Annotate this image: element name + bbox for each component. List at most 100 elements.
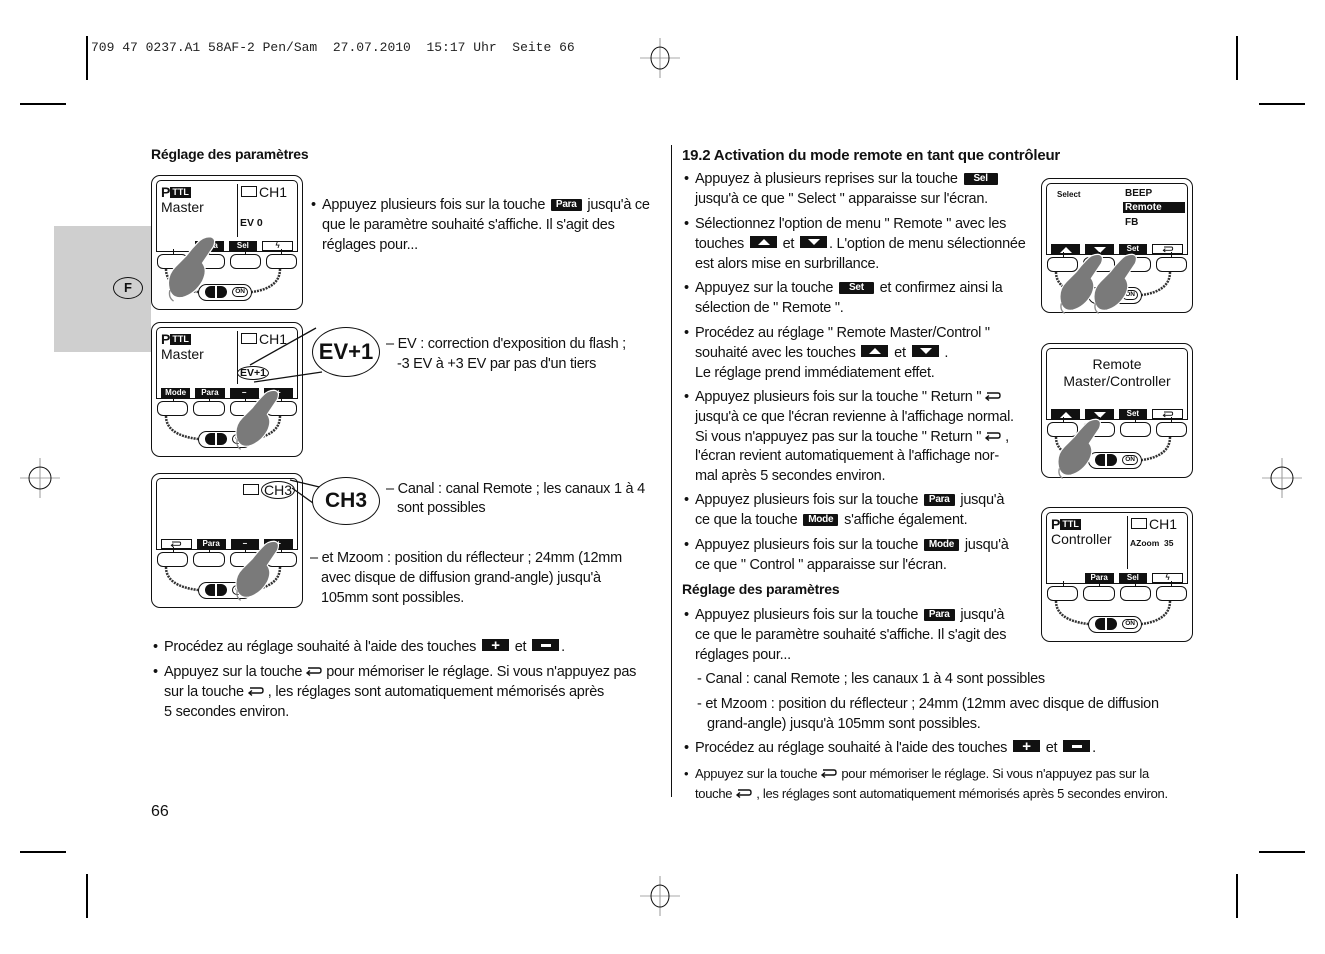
- ch-callout-bubble: CH3: [312, 477, 380, 525]
- down-key-icon: [911, 344, 939, 357]
- left-section-heading: Réglage des paramètres: [151, 146, 309, 162]
- right-bullet-1: Appuyez à plusieurs reprises sur la touc…: [684, 170, 1035, 210]
- crop-mark: [1236, 874, 1238, 918]
- crop-mark: [20, 851, 66, 853]
- right-bullet-4: Procédez au réglage " Remote Master/Cont…: [684, 324, 1035, 383]
- softkey-up: [1051, 409, 1080, 419]
- softkey-set: Set: [1118, 409, 1148, 419]
- key-mode: Mode: [923, 539, 960, 551]
- minus-key-icon: [532, 639, 560, 651]
- flash-display-diagram-controller: P TTL Controller CH1 AZoom 35 Para Sel ϟ …: [1041, 507, 1193, 642]
- crop-mark: [86, 874, 88, 918]
- softkey-set: Set: [1118, 244, 1148, 254]
- crop-mark: [86, 36, 88, 80]
- registration-mark-icon: [640, 876, 680, 916]
- right-section-heading: 19.2 Activation du mode remote en tant q…: [682, 147, 1061, 164]
- remote-channel-icon: [243, 484, 259, 495]
- right-bullet-8: Appuyez plusieurs fois sur la touche Par…: [684, 606, 1035, 665]
- return-key-icon: [984, 430, 1002, 442]
- right-bullet-3: Appuyez sur la touche Set et confirmez a…: [684, 279, 1035, 319]
- ttl-badge: TTL: [170, 334, 191, 345]
- minus-key-icon: [1063, 740, 1091, 752]
- left-bullet-para: Appuyez plusieurs fois sur la touche Par…: [311, 196, 652, 255]
- mzoom-description-line2: avec disque de diffusion grand-angle) ju…: [321, 570, 601, 586]
- menu-item-remote-selected: Remote: [1123, 202, 1185, 213]
- ttl-badge: TTL: [1060, 519, 1081, 530]
- hardware-button: [265, 249, 297, 269]
- power-switch: ON: [1088, 452, 1142, 469]
- right-bullet-10: Appuyez sur la touchepour mémoriser le r…: [684, 764, 1168, 804]
- left-bullet-store: Appuyez sur la touchepour mémoriser le r…: [153, 663, 664, 722]
- menu-item-beep: BEEP: [1125, 188, 1153, 199]
- softkey-para: Para: [195, 388, 225, 398]
- softkey-sel: Sel: [228, 241, 258, 251]
- lcd-parameter: AZoom 35: [1130, 538, 1174, 548]
- registration-mark-icon: [1262, 458, 1302, 498]
- return-key-icon: [305, 665, 323, 677]
- ttl-badge: TTL: [170, 187, 191, 198]
- return-key-icon: [820, 767, 838, 779]
- lcd-screen: P TTL Master CH1 EV 0 Para Sel ϟ: [156, 180, 298, 252]
- plus-key-icon: [1012, 737, 1040, 757]
- lcd-mode-label: Master: [161, 199, 204, 215]
- plus-key-icon: [481, 636, 509, 656]
- key-mode: Mode: [803, 513, 839, 526]
- remote-channel-icon: [241, 186, 257, 197]
- softkey-bar: Para Sel ϟ: [157, 241, 297, 251]
- mzoom-description-line3: 105mm sont possibles.: [321, 590, 465, 606]
- right-bullet-6: Appuyez plusieurs fois sur la touche Par…: [684, 491, 1035, 531]
- printer-slug: 709 47 0237.A1 58AF-2 Pen/Sam 27.07.2010…: [91, 40, 575, 55]
- right-dash-canal: - Canal : canal Remote ; les canaux 1 à …: [697, 671, 1045, 687]
- key-para: Para: [923, 609, 955, 621]
- lcd-parameter: EV 0: [240, 217, 263, 229]
- up-key-icon: [749, 235, 777, 248]
- flash-display-diagram-select: Select BEEP Remote FB Set ON: [1041, 178, 1193, 313]
- softkey-up: [1051, 244, 1080, 254]
- return-key-icon: [984, 390, 1002, 402]
- hardware-button: [157, 249, 189, 269]
- ev-description-line2: -3 EV à +3 EV par pas d'un tiers: [397, 356, 597, 372]
- ev-callout-bubble: EV+1: [312, 327, 380, 377]
- right-subheading: Réglage des paramètres: [682, 581, 840, 597]
- right-dash-mzoom-line1: - et Mzoom : position du réflecteur ; 24…: [697, 696, 1159, 712]
- power-switch: ON: [198, 284, 252, 301]
- page-number: 66: [151, 803, 169, 820]
- power-switch: ON: [198, 431, 252, 448]
- crop-mark: [1259, 103, 1305, 105]
- mzoom-description-line1: – et Mzoom : position du réflecteur ; 24…: [310, 550, 622, 566]
- lcd-mode-p: P TTL: [161, 184, 191, 200]
- lcd-channel: CH1: [241, 184, 287, 200]
- crop-mark: [1236, 36, 1238, 80]
- flash-icon: ϟ: [262, 241, 293, 251]
- remote-channel-icon: [1131, 518, 1147, 529]
- flash-icon: ϟ: [1152, 573, 1183, 583]
- return-key-icon: [247, 685, 265, 697]
- lcd-mode-label: Controller: [1051, 531, 1112, 547]
- ev-description-line1: – EV : correction d'exposition du flash …: [386, 336, 626, 352]
- key-sel: Sel: [963, 173, 998, 185]
- crop-mark: [1259, 851, 1305, 853]
- softkey-mode: Mode: [161, 388, 191, 398]
- left-bullet-adjust: Procédez au réglage souhaité à l'aide de…: [153, 636, 565, 658]
- lcd-remote-line2: Master/Controller: [1063, 373, 1171, 389]
- softkey-para: Para: [196, 539, 226, 549]
- key-para: Para: [550, 199, 582, 211]
- menu-item-fb: FB: [1125, 217, 1139, 228]
- power-switch: ON: [1088, 287, 1142, 304]
- right-bullet-9: Procédez au réglage souhaité à l'aide de…: [684, 737, 1096, 759]
- right-dash-mzoom-line2: grand-angle) jusqu'à 105mm sont possible…: [707, 716, 981, 732]
- power-switch: ON: [1088, 616, 1142, 633]
- hardware-button: [193, 249, 225, 269]
- return-key-icon: [735, 787, 753, 799]
- flash-display-diagram-remote: Remote Master/Controller Set ON: [1041, 343, 1193, 478]
- softkey-return: [1152, 244, 1183, 254]
- lcd-channel: CH1: [1131, 516, 1177, 532]
- language-tab-label: F: [113, 277, 143, 299]
- ch-description-line2: sont possibles: [397, 500, 486, 516]
- lcd-mode-label: Master: [161, 346, 204, 362]
- softkey-return: [161, 539, 192, 549]
- up-key-icon: [861, 344, 889, 357]
- hardware-button: [229, 249, 261, 269]
- softkey-return: [1152, 409, 1183, 419]
- power-switch: ON: [198, 582, 252, 599]
